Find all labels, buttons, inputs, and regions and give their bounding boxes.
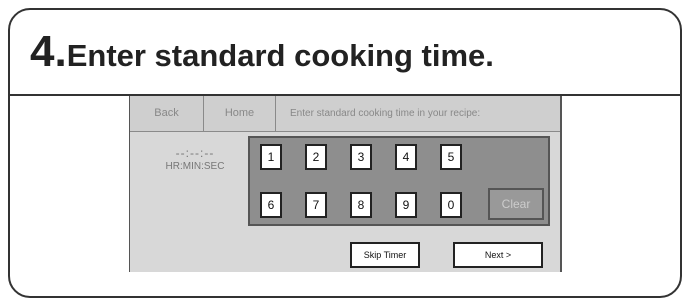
top-navigation-bar: Back Home Enter standard cooking time in… xyxy=(130,96,560,132)
key-6[interactable]: 6 xyxy=(260,192,282,218)
key-5[interactable]: 5 xyxy=(440,144,462,170)
key-1[interactable]: 1 xyxy=(260,144,282,170)
clear-button[interactable]: Clear xyxy=(488,188,544,220)
skip-timer-button[interactable]: Skip Timer xyxy=(350,242,420,268)
prompt-text: Enter standard cooking time in your reci… xyxy=(290,108,481,119)
device-screen: Back Home Enter standard cooking time in… xyxy=(130,96,560,272)
key-9[interactable]: 9 xyxy=(395,192,417,218)
time-value: --:--:-- xyxy=(175,146,215,160)
home-button[interactable]: Home xyxy=(204,96,276,131)
key-8[interactable]: 8 xyxy=(350,192,372,218)
step-title: 4.Enter standard cooking time. xyxy=(30,30,494,74)
next-button[interactable]: Next > xyxy=(453,242,543,268)
key-3[interactable]: 3 xyxy=(350,144,372,170)
step-text: Enter standard cooking time. xyxy=(66,38,494,73)
key-2[interactable]: 2 xyxy=(305,144,327,170)
numeric-keypad: 1 2 3 4 5 6 7 8 9 0 Clear xyxy=(248,136,550,226)
key-0[interactable]: 0 xyxy=(440,192,462,218)
time-unit-label: HR:MIN:SEC xyxy=(165,161,225,172)
key-7[interactable]: 7 xyxy=(305,192,327,218)
back-button[interactable]: Back xyxy=(130,96,204,131)
key-4[interactable]: 4 xyxy=(395,144,417,170)
right-screen-border xyxy=(560,96,562,272)
time-display: --:--:-- HR:MIN:SEC xyxy=(140,146,250,172)
step-number: 4. xyxy=(30,27,67,76)
